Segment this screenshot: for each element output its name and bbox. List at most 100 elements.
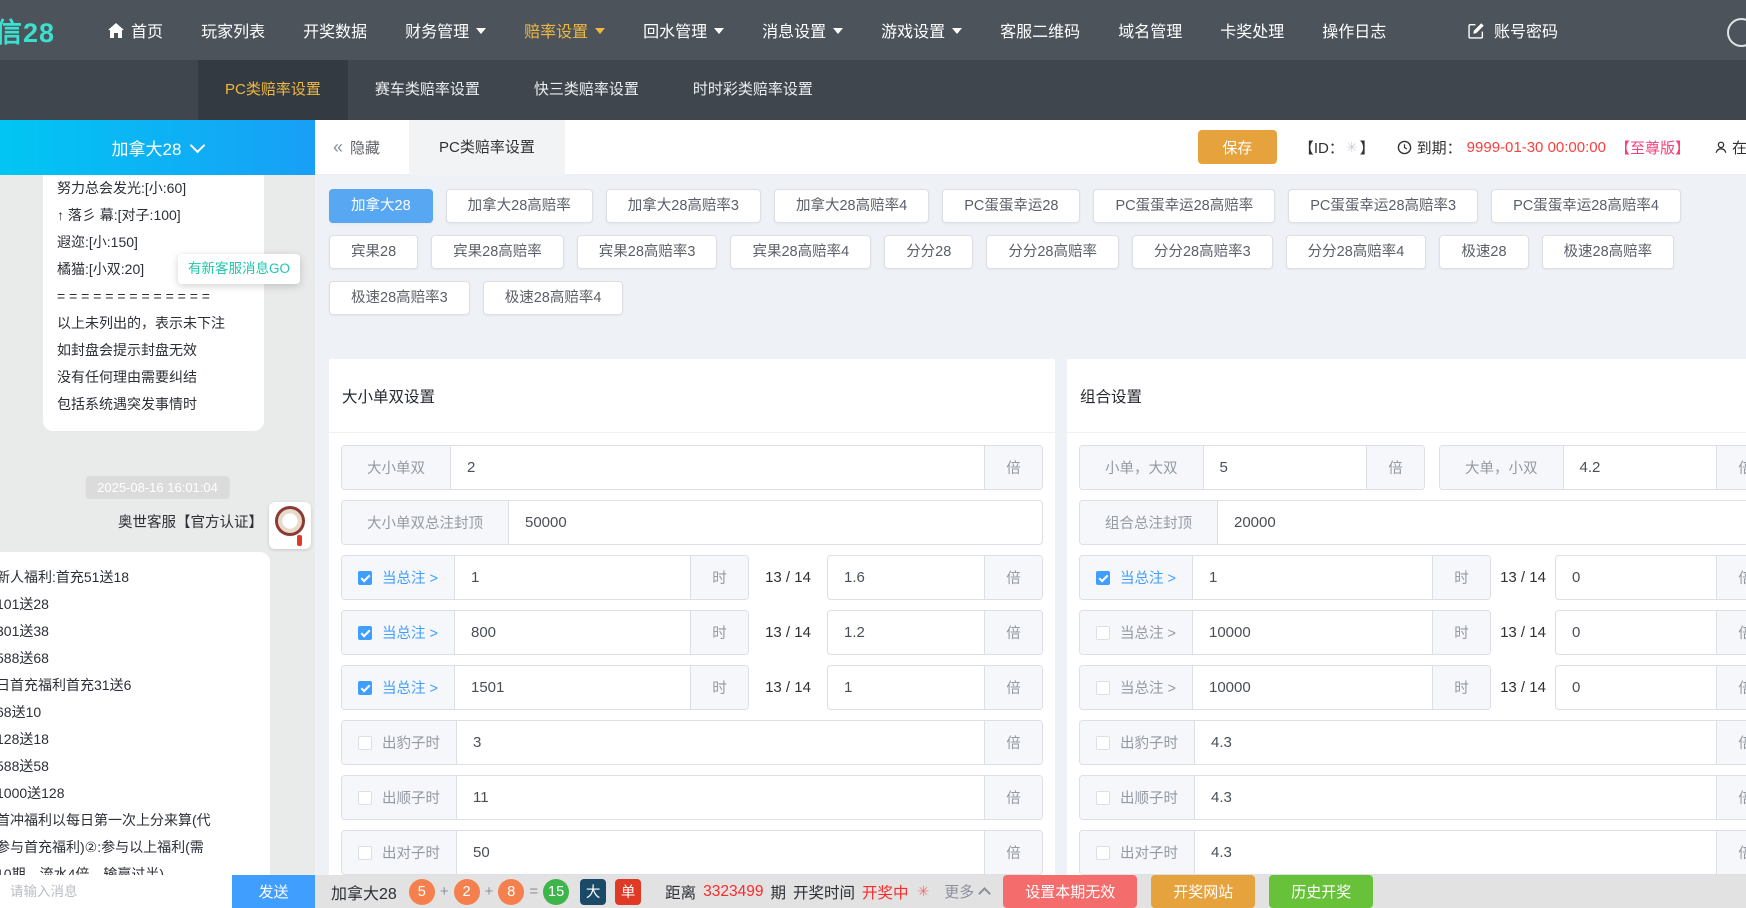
special-input[interactable]: 50 — [457, 831, 984, 874]
checkbox-checked[interactable] — [1096, 571, 1110, 585]
game-tab[interactable]: 加拿大28高赔率4 — [774, 189, 929, 223]
cap-input[interactable]: 50000 — [509, 501, 1042, 544]
cap-input[interactable]: 20000 — [1218, 501, 1746, 544]
checkbox-checked[interactable] — [358, 626, 372, 640]
checkbox-checked[interactable] — [358, 571, 372, 585]
special-toggle[interactable]: 出顺子时 — [1080, 776, 1195, 819]
nav-item-draw-data[interactable]: 开奖数据 — [284, 0, 386, 60]
threshold-toggle[interactable]: 当总注 > — [342, 666, 455, 709]
multiplier-input[interactable]: 0 — [1556, 611, 1716, 654]
save-button[interactable]: 保存 — [1198, 130, 1277, 164]
checkbox-checked[interactable] — [358, 681, 372, 695]
game-tab[interactable]: 分分28 — [884, 235, 973, 269]
multiplier-input[interactable]: 1 — [828, 666, 984, 709]
special-toggle[interactable]: 出对子时 — [1080, 831, 1195, 874]
game-tab[interactable]: 加拿大28高赔率 — [446, 189, 593, 223]
checkbox-unchecked[interactable] — [1096, 681, 1110, 695]
more-toggle[interactable]: 更多 — [944, 881, 989, 902]
special-toggle[interactable]: 出对子时 — [342, 831, 457, 874]
subtab-ssc-odds[interactable]: 时时彩类赔率设置 — [666, 60, 840, 120]
field-label: 大小单双总注封顶 — [342, 501, 509, 544]
game-tab[interactable]: 分分28高赔率3 — [1132, 235, 1273, 269]
game-tab[interactable]: 宾果28高赔率3 — [577, 235, 718, 269]
room-selector[interactable]: 加拿大28 — [0, 120, 315, 175]
threshold-toggle[interactable]: 当总注 > — [1080, 611, 1193, 654]
special-input[interactable]: 4.3 — [1195, 776, 1716, 819]
nav-item-message-settings[interactable]: 消息设置 — [743, 0, 862, 60]
nav-item-operation-log[interactable]: 操作日志 — [1303, 0, 1405, 60]
nav-item-odds-settings[interactable]: 赔率设置 — [505, 0, 624, 60]
special-input[interactable]: 11 — [457, 776, 984, 819]
nav-item-finance[interactable]: 财务管理 — [386, 0, 505, 60]
invalidate-issue-button[interactable]: 设置本期无效 — [1003, 875, 1137, 908]
nav-item-stuck-draw[interactable]: 卡奖处理 — [1201, 0, 1303, 60]
threshold-toggle[interactable]: 当总注 > — [342, 556, 455, 599]
game-tab[interactable]: 极速28 — [1439, 235, 1528, 269]
new-service-message-chip[interactable]: 有新客服消息GO — [178, 254, 300, 284]
special-input[interactable]: 4.3 — [1195, 831, 1716, 874]
game-tab[interactable]: 加拿大28高赔率3 — [606, 189, 761, 223]
checkbox-unchecked[interactable] — [1096, 791, 1110, 805]
game-tab[interactable]: PC蛋蛋幸运28高赔率 — [1093, 189, 1275, 223]
threshold-toggle[interactable]: 当总注 > — [342, 611, 455, 654]
chat-message-list[interactable]: 努力总会发光:[小:60] ↑ 落彡 幕:[对子:100] 遐迩:[小:150]… — [0, 175, 315, 875]
game-tab[interactable]: PC蛋蛋幸运28 — [942, 189, 1080, 223]
game-tab[interactable]: 分分28高赔率4 — [1286, 235, 1427, 269]
draw-website-button[interactable]: 开奖网站 — [1151, 875, 1255, 908]
subtab-pc-odds[interactable]: PC类赔率设置 — [198, 60, 348, 120]
multiplier-input[interactable]: 1.2 — [828, 611, 984, 654]
game-tab[interactable]: 宾果28 — [329, 235, 418, 269]
game-tab[interactable]: 分分28高赔率 — [986, 235, 1119, 269]
special-toggle[interactable]: 出豹子时 — [1080, 721, 1195, 764]
clock-icon-partial[interactable] — [1727, 18, 1746, 47]
nav-item-service-qrcode[interactable]: 客服二维码 — [981, 0, 1099, 60]
odds-input[interactable]: 2 — [451, 446, 984, 489]
odds-input[interactable]: 5 — [1204, 446, 1367, 489]
multiplier-input[interactable]: 0 — [1556, 666, 1716, 709]
threshold-input[interactable]: 1 — [455, 556, 690, 599]
history-draw-button[interactable]: 历史开奖 — [1269, 875, 1373, 908]
game-tab[interactable]: 极速28高赔率 — [1542, 235, 1675, 269]
threshold-input[interactable]: 10000 — [1193, 611, 1432, 654]
threshold-input[interactable]: 800 — [455, 611, 690, 654]
account-password-button[interactable]: 账号密码 — [1468, 0, 1558, 60]
chat-message-input[interactable] — [0, 875, 232, 908]
game-tab[interactable]: PC蛋蛋幸运28高赔率4 — [1491, 189, 1681, 223]
special-input[interactable]: 4.3 — [1195, 721, 1716, 764]
checkbox-unchecked[interactable] — [358, 736, 372, 750]
threshold-input[interactable]: 10000 — [1193, 666, 1432, 709]
game-tab-canada28[interactable]: 加拿大28 — [329, 189, 433, 223]
game-tab[interactable]: 极速28高赔率4 — [483, 281, 624, 315]
game-tab[interactable]: 宾果28高赔率4 — [730, 235, 871, 269]
distance-label: 距离 — [665, 881, 696, 903]
checkbox-unchecked[interactable] — [358, 791, 372, 805]
hide-sidebar-button[interactable]: 隐藏 — [333, 137, 380, 158]
game-tab[interactable]: 宾果28高赔率 — [431, 235, 564, 269]
odds-input[interactable]: 4.2 — [1564, 446, 1717, 489]
nav-item-game-settings[interactable]: 游戏设置 — [862, 0, 981, 60]
game-tab[interactable]: 极速28高赔率3 — [329, 281, 470, 315]
subtab-kuaisan-odds[interactable]: 快三类赔率设置 — [507, 60, 666, 120]
checkbox-unchecked[interactable] — [1096, 846, 1110, 860]
checkbox-unchecked[interactable] — [1096, 736, 1110, 750]
nav-item-home[interactable]: 首页 — [89, 0, 182, 60]
chat-line: 588送68 — [0, 645, 258, 672]
send-button[interactable]: 发送 — [232, 875, 315, 908]
threshold-input[interactable]: 1 — [1193, 556, 1432, 599]
nav-item-players[interactable]: 玩家列表 — [182, 0, 284, 60]
threshold-toggle[interactable]: 当总注 > — [1080, 666, 1193, 709]
special-input[interactable]: 3 — [457, 721, 984, 764]
game-tab[interactable]: PC蛋蛋幸运28高赔率3 — [1288, 189, 1478, 223]
special-toggle[interactable]: 出豹子时 — [342, 721, 457, 764]
special-toggle[interactable]: 出顺子时 — [342, 776, 457, 819]
multiplier-input[interactable]: 0 — [1556, 556, 1716, 599]
multiplier-input[interactable]: 1.6 — [828, 556, 984, 599]
nav-item-domain[interactable]: 域名管理 — [1099, 0, 1201, 60]
threshold-toggle[interactable]: 当总注 > — [1080, 556, 1193, 599]
checkbox-unchecked[interactable] — [358, 846, 372, 860]
nav-item-rebate[interactable]: 回水管理 — [624, 0, 743, 60]
checkbox-unchecked[interactable] — [1096, 626, 1110, 640]
subtab-racing-odds[interactable]: 赛车类赔率设置 — [348, 60, 507, 120]
threshold-input[interactable]: 1501 — [455, 666, 690, 709]
page-tab-pc-odds[interactable]: PC类赔率设置 — [409, 120, 565, 175]
